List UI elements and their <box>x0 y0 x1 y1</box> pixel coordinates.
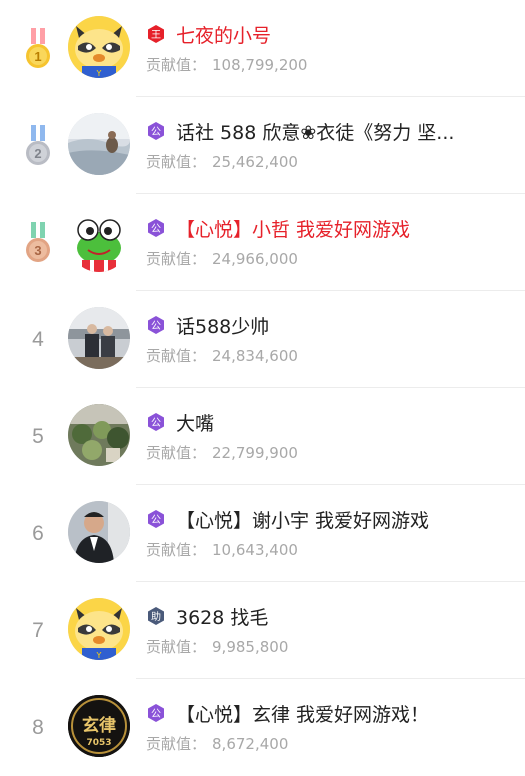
contribution-label: 贡献值： <box>146 638 207 656</box>
contribution-label: 贡献值： <box>146 56 207 74</box>
rank-cell: 5 <box>0 388 76 485</box>
ranking-row[interactable]: 2 公 话社 588 欣意❀衣徒《努力 坚... 贡献值： 25,462,400 <box>0 97 525 194</box>
ranking-row[interactable]: 1 Y 王 七夜的小号 贡献值： 108,799,200 <box>0 0 525 97</box>
raccoon-mascot-icon: Y <box>68 598 130 660</box>
user-name[interactable]: 话588少帅 <box>176 312 269 339</box>
svg-text:公: 公 <box>151 224 161 235</box>
silver-medal-icon: 2 <box>26 124 50 165</box>
contribution-amount: 24,834,600 <box>212 347 298 365</box>
svg-text:Y: Y <box>96 651 102 660</box>
guild-badge-icon: 公 <box>148 122 164 140</box>
king-badge-icon: 王 <box>148 25 164 43</box>
avatar[interactable] <box>68 404 130 466</box>
contribution-amount: 22,799,900 <box>212 444 298 462</box>
svg-text:助: 助 <box>151 610 161 623</box>
rank-number: 8 <box>32 715 44 739</box>
contribution-amount: 9,985,800 <box>212 638 289 656</box>
bronze-medal-icon: 3 <box>26 221 50 262</box>
user-name[interactable]: 大嘴 <box>176 409 214 436</box>
rank-number: 4 <box>32 327 44 351</box>
avatar[interactable] <box>68 113 130 175</box>
rank-cell: 3 <box>0 194 76 291</box>
contribution-label: 贡献值： <box>146 153 207 171</box>
frog-cartoon-icon <box>68 210 130 272</box>
svg-text:Y: Y <box>96 69 102 78</box>
avatar[interactable]: Y <box>68 598 130 660</box>
guild-badge-icon: 公 <box>148 316 164 334</box>
ranking-row[interactable]: 7 Y 助 3628 找毛 贡献值： 9,985,800 <box>0 582 525 679</box>
rank-cell: 6 <box>0 485 76 582</box>
avatar[interactable] <box>68 210 130 272</box>
svg-text:2: 2 <box>34 146 41 161</box>
rank-cell: 8 <box>0 679 76 776</box>
contribution-value: 贡献值： 25,462,400 <box>146 151 485 172</box>
contribution-amount: 108,799,200 <box>212 56 308 74</box>
ranking-row[interactable]: 8 玄律 7053 公 【心悦】玄律 我爱好网游戏！ 贡献值： 8,672,400 <box>0 679 525 776</box>
rank-cell: 2 <box>0 97 76 194</box>
user-name[interactable]: 【心悦】玄律 我爱好网游戏！ <box>176 700 429 727</box>
svg-text:玄律: 玄律 <box>82 715 116 736</box>
people-photo-icon <box>68 307 130 369</box>
rank-cell: 4 <box>0 291 76 388</box>
avatar[interactable]: Y <box>68 16 130 78</box>
contribution-amount: 10,643,400 <box>212 541 298 559</box>
guild-badge-icon: 公 <box>148 510 164 528</box>
svg-text:1: 1 <box>34 49 41 64</box>
ranking-row[interactable]: 4 公 话588少帅 贡献值： 24,834,600 <box>0 291 525 388</box>
gold-medal-icon: 1 <box>26 27 50 68</box>
guild-badge-icon: 公 <box>148 704 164 722</box>
ranking-row[interactable]: 3 公 【心悦】小哲 我爱好网游戏 贡献值： 24,966,000 <box>0 194 525 291</box>
contribution-label: 贡献值： <box>146 347 207 365</box>
ranking-row[interactable]: 5 公 大嘴 贡献值： 22,799,900 <box>0 388 525 485</box>
rank-number: 6 <box>32 521 44 545</box>
contribution-label: 贡献值： <box>146 250 207 268</box>
guild-badge-icon: 公 <box>148 413 164 431</box>
svg-text:公: 公 <box>151 709 161 720</box>
svg-text:公: 公 <box>151 515 161 526</box>
user-name[interactable]: 【心悦】小哲 我爱好网游戏 <box>176 215 410 242</box>
svg-text:公: 公 <box>151 321 161 332</box>
landscape-photo-icon <box>68 113 130 175</box>
avatar[interactable] <box>68 501 130 563</box>
contribution-value: 贡献值： 8,672,400 <box>146 733 485 754</box>
contribution-amount: 25,462,400 <box>212 153 298 171</box>
ranking-row[interactable]: 6 公 【心悦】谢小宇 我爱好网游戏 贡献值： 10,643,400 <box>0 485 525 582</box>
avatar[interactable]: 玄律 7053 <box>68 695 130 757</box>
user-name[interactable]: 话社 588 欣意❀衣徒《努力 坚... <box>176 118 454 145</box>
rank-cell: 7 <box>0 582 76 679</box>
contribution-value: 贡献值： 9,985,800 <box>146 636 485 657</box>
plants-photo-icon <box>68 404 130 466</box>
avatar[interactable] <box>68 307 130 369</box>
man-photo-icon <box>68 501 130 563</box>
svg-text:王: 王 <box>151 30 161 41</box>
user-name[interactable]: 3628 找毛 <box>176 603 268 630</box>
svg-text:公: 公 <box>151 418 161 429</box>
contribution-value: 贡献值： 108,799,200 <box>146 54 485 75</box>
rank-cell: 1 <box>0 0 76 97</box>
gold-emblem-icon: 玄律 7053 <box>68 695 130 757</box>
contribution-value: 贡献值： 10,643,400 <box>146 539 485 560</box>
contribution-value: 贡献值： 24,834,600 <box>146 345 485 366</box>
user-name[interactable]: 【心悦】谢小宇 我爱好网游戏 <box>176 506 429 533</box>
svg-text:3: 3 <box>34 243 41 258</box>
guild-badge-icon: 公 <box>148 219 164 237</box>
contribution-value: 贡献值： 22,799,900 <box>146 442 485 463</box>
user-name[interactable]: 七夜的小号 <box>176 21 271 48</box>
contribution-amount: 24,966,000 <box>212 250 298 268</box>
raccoon-mascot-icon: Y <box>68 16 130 78</box>
rank-number: 7 <box>32 618 44 642</box>
contribution-amount: 8,672,400 <box>212 735 289 753</box>
assistant-badge-icon: 助 <box>148 607 164 625</box>
contribution-label: 贡献值： <box>146 541 207 559</box>
svg-text:公: 公 <box>151 127 161 138</box>
svg-text:7053: 7053 <box>86 738 111 748</box>
contribution-label: 贡献值： <box>146 735 207 753</box>
rank-number: 5 <box>32 424 44 448</box>
contribution-value: 贡献值： 24,966,000 <box>146 248 485 269</box>
contribution-ranking-list: 1 Y 王 七夜的小号 贡献值： 108,799,200 2 公 话社 588 … <box>0 0 525 776</box>
contribution-label: 贡献值： <box>146 444 207 462</box>
